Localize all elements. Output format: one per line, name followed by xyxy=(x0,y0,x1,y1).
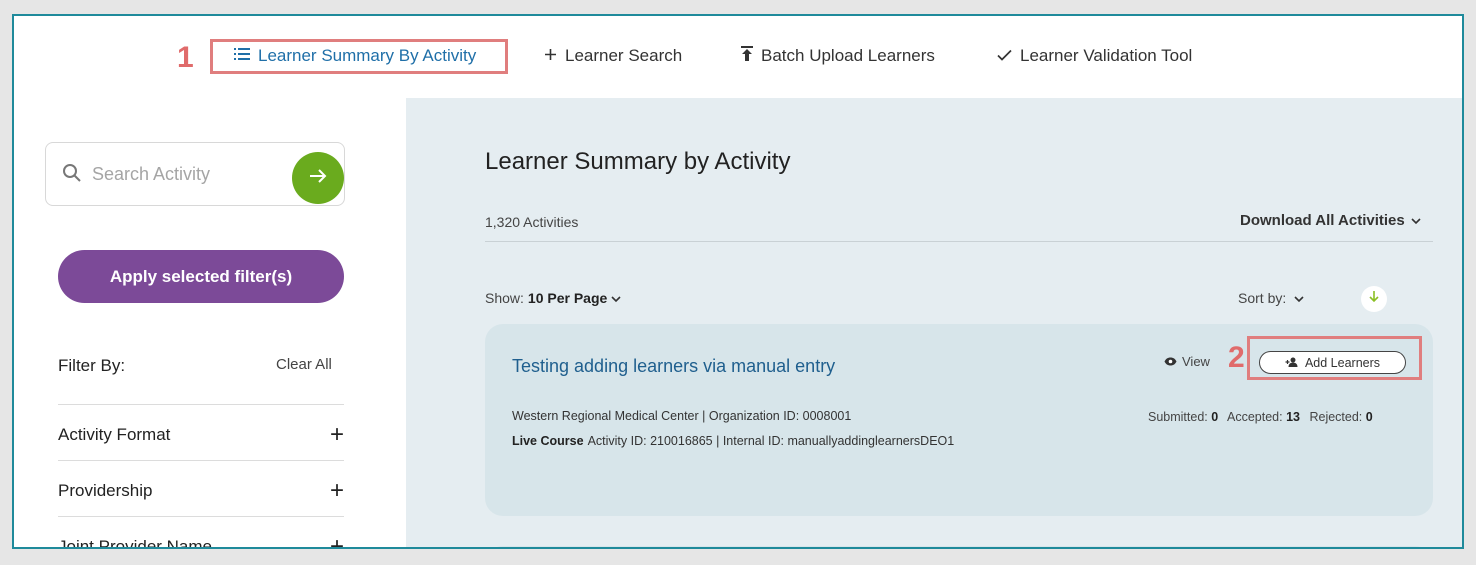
nav-label: Learner Summary By Activity xyxy=(258,46,477,65)
plus-icon xyxy=(544,46,557,66)
sort-direction-button[interactable] xyxy=(1361,286,1387,312)
arrow-right-icon xyxy=(309,168,327,189)
filter-providership[interactable]: Providership + xyxy=(58,479,344,503)
divider xyxy=(58,460,344,461)
organization-info: Western Regional Medical Center | Organi… xyxy=(512,409,852,423)
show-label: Show: xyxy=(485,290,524,306)
eye-icon xyxy=(1164,354,1177,369)
sort-by-dropdown[interactable]: Sort by: xyxy=(1238,290,1304,306)
accepted-count: 13 xyxy=(1286,410,1300,424)
search-submit-button[interactable] xyxy=(292,152,344,204)
nav-validation-tool[interactable]: Learner Validation Tool xyxy=(997,46,1192,66)
top-navigation: 1 Learner Summary By Activity Learner Se… xyxy=(14,16,1462,98)
filter-activity-format[interactable]: Activity Format + xyxy=(58,423,344,447)
nav-batch-upload[interactable]: Batch Upload Learners xyxy=(741,46,935,66)
app-frame: 1 Learner Summary By Activity Learner Se… xyxy=(12,14,1464,549)
view-link[interactable]: View xyxy=(1164,354,1210,369)
view-label: View xyxy=(1182,354,1210,369)
activity-format: Live Course xyxy=(512,434,584,448)
list-icon xyxy=(234,46,250,66)
download-all-dropdown[interactable]: Download All Activities xyxy=(1240,212,1421,229)
learner-stats: Submitted: 0 Accepted: 13 Rejected: 0 xyxy=(1148,410,1379,424)
accepted-label: Accepted: xyxy=(1227,410,1283,424)
divider xyxy=(58,404,344,405)
activity-title-link[interactable]: Testing adding learners via manual entry xyxy=(512,356,835,377)
nav-label: Learner Validation Tool xyxy=(1020,46,1193,65)
submitted-count: 0 xyxy=(1211,410,1219,424)
filter-by-heading: Filter By: xyxy=(58,356,126,375)
chevron-down-icon xyxy=(1294,290,1304,306)
rejected-count: 0 xyxy=(1365,410,1373,424)
filter-label: Joint Provider Name xyxy=(58,537,213,549)
expand-plus-icon[interactable]: + xyxy=(330,479,344,503)
activity-count: 1,320 Activities xyxy=(485,214,579,230)
filter-label: Activity Format xyxy=(58,425,171,444)
nav-learner-search[interactable]: Learner Search xyxy=(544,46,682,66)
activity-meta: Live Course Activity ID: 210016865 | Inte… xyxy=(512,434,954,448)
arrow-down-icon xyxy=(1369,290,1379,308)
callout-number-1: 1 xyxy=(177,41,194,74)
search-icon xyxy=(62,163,82,188)
filter-joint-provider[interactable]: Joint Provider Name + xyxy=(58,535,344,549)
filter-label: Providership xyxy=(58,481,153,500)
filter-sidebar: Apply selected filter(s) Filter By: Clea… xyxy=(14,98,406,549)
expand-plus-icon[interactable]: + xyxy=(330,423,344,447)
sort-label: Sort by: xyxy=(1238,290,1287,306)
nav-label: Learner Search xyxy=(565,46,683,65)
main-content: Learner Summary by Activity 1,320 Activi… xyxy=(406,98,1462,547)
clear-all-link[interactable]: Clear All xyxy=(276,356,332,373)
expand-plus-icon[interactable]: + xyxy=(330,535,344,548)
rejected-label: Rejected: xyxy=(1309,410,1363,424)
submitted-label: Submitted: xyxy=(1148,410,1208,424)
nav-label: Batch Upload Learners xyxy=(761,46,935,65)
activity-ids: Activity ID: 210016865 | Internal ID: ma… xyxy=(587,434,955,448)
check-icon xyxy=(997,46,1012,66)
upload-icon xyxy=(741,46,753,66)
page-size-value: 10 Per Page xyxy=(527,290,608,306)
callout-box-2 xyxy=(1247,336,1422,380)
chevron-down-icon xyxy=(1411,212,1421,229)
page-size-selector[interactable]: Show: 10 Per Page xyxy=(485,290,621,306)
download-label: Download All Activities xyxy=(1240,212,1405,229)
divider xyxy=(58,516,344,517)
apply-filters-button[interactable]: Apply selected filter(s) xyxy=(58,250,344,303)
chevron-down-icon xyxy=(611,290,621,306)
activity-card xyxy=(485,546,1433,547)
page-title: Learner Summary by Activity xyxy=(485,148,791,175)
search-input[interactable] xyxy=(92,161,282,187)
nav-learner-summary[interactable]: Learner Summary By Activity xyxy=(234,46,476,66)
divider xyxy=(485,241,1433,242)
callout-number-2: 2 xyxy=(1228,341,1245,374)
